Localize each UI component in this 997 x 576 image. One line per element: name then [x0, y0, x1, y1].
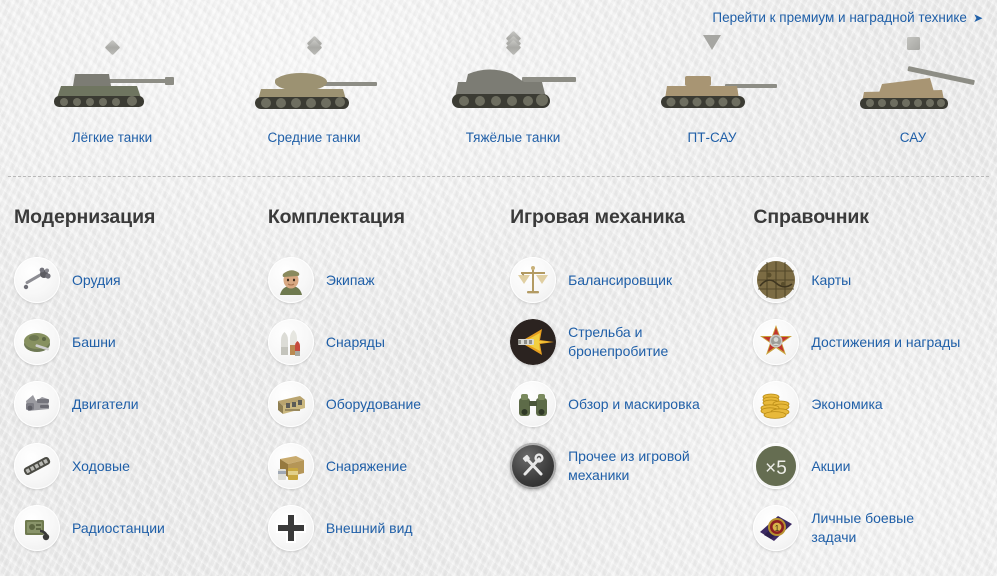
- list-item-penetration-label: Стрельба и бронепробитие: [568, 324, 669, 359]
- list-item-economy[interactable]: Экономика: [753, 373, 997, 435]
- list-item-personal-missions-label: Личные боевые задачи: [811, 510, 914, 545]
- column-modernization: Модернизация Орудия Башни Двигатели Ходо…: [0, 206, 254, 559]
- list-item-equipment[interactable]: Оборудование: [267, 373, 497, 435]
- scales-icon: [510, 257, 557, 303]
- crew-icon: [267, 257, 314, 303]
- list-item-radios-label: Радиостанции: [72, 519, 165, 536]
- consumables-icon: [267, 443, 314, 489]
- list-item-consumables-label: Снаряжение: [325, 457, 408, 474]
- equipment-icon: [267, 381, 314, 427]
- list-item-suspension-label: Ходовые: [72, 457, 130, 474]
- heavy-tank-icon: [413, 54, 613, 116]
- list-item-view-range[interactable]: Обзор и маскировка: [510, 373, 740, 435]
- list-item-consumables[interactable]: Снаряжение: [267, 435, 497, 497]
- list-item-radios[interactable]: Радиостанции: [14, 497, 254, 559]
- arrow-right-icon: ➤: [972, 10, 983, 25]
- tools-icon: [510, 443, 557, 489]
- list-item-economy-label: Экономика: [811, 395, 883, 412]
- column-reference: Справочник Карты Достижения и награды Эк…: [740, 206, 997, 559]
- category-columns: Модернизация Орудия Башни Двигатели Ходо…: [0, 206, 997, 559]
- x5-multiplier-icon: ×5: [753, 443, 800, 489]
- list-item-crew[interactable]: Экипаж: [267, 249, 497, 311]
- premium-vehicles-link[interactable]: Перейти к премиум и наградной технике ➤: [712, 10, 983, 25]
- list-item-other-mechanics[interactable]: Прочее из игровой механики: [510, 435, 740, 497]
- svg-text:1: 1: [775, 524, 780, 533]
- list-item-shells-label: Снаряды: [325, 333, 385, 350]
- list-item-achievements[interactable]: Достижения и награды: [753, 311, 997, 373]
- list-item-matchmaker[interactable]: Балансировщик: [510, 249, 740, 311]
- medium-tank-icon: [214, 54, 414, 116]
- turret-icon: [14, 319, 60, 365]
- list-item-penetration[interactable]: Стрельба и бронепробитие: [510, 311, 740, 373]
- list-item-turrets[interactable]: Башни: [14, 311, 254, 373]
- list-item-engines[interactable]: Двигатели: [14, 373, 254, 435]
- list-item-appearance-label: Внешний вид: [325, 519, 413, 536]
- list-item-engines-label: Двигатели: [72, 395, 139, 412]
- penetration-icon: [510, 319, 557, 365]
- list-item-specials[interactable]: ×5 Акции: [753, 435, 997, 497]
- column-game-mechanics: Игровая механика Балансировщик Стрельба …: [497, 206, 740, 559]
- engine-icon: [14, 381, 60, 427]
- list-item-maps[interactable]: Карты: [753, 249, 997, 311]
- tank-destroyer-icon: [612, 54, 812, 116]
- list-item-crew-label: Экипаж: [325, 271, 375, 288]
- tank-class-td[interactable]: ПТ-САУ: [612, 24, 812, 145]
- shells-icon: [267, 319, 314, 365]
- one-diamond-icon: [12, 24, 212, 56]
- emblem-cross-icon: [267, 505, 314, 551]
- three-diamonds-icon: [413, 24, 613, 56]
- tank-class-heavy[interactable]: Тяжёлые танки: [413, 24, 613, 145]
- list-item-guns[interactable]: Орудия: [14, 249, 254, 311]
- list-item-turrets-label: Башни: [72, 333, 116, 350]
- list-item-maps-label: Карты: [811, 271, 852, 288]
- list-item-shells[interactable]: Снаряды: [267, 311, 497, 373]
- list-item-guns-label: Орудия: [72, 271, 121, 288]
- svg-text:×5: ×5: [766, 458, 788, 479]
- list-item-matchmaker-label: Балансировщик: [568, 271, 673, 288]
- personal-missions-icon: 1: [753, 505, 800, 551]
- tank-class-td-label: ПТ-САУ: [687, 130, 737, 145]
- tank-class-medium[interactable]: Средние танки: [214, 24, 414, 145]
- triangle-down-icon: [612, 24, 812, 50]
- tank-class-medium-label: Средние танки: [267, 130, 361, 145]
- column-game-mechanics-title: Игровая механика: [510, 206, 685, 228]
- list-item-personal-missions[interactable]: 1 Личные боевые задачи: [753, 497, 997, 559]
- column-equipment: Комплектация Экипаж Снаряды Оборудование…: [254, 206, 497, 559]
- two-diamonds-icon: [214, 24, 414, 56]
- list-item-specials-label: Акции: [811, 457, 851, 474]
- coins-icon: [753, 381, 800, 427]
- tank-class-heavy-label: Тяжёлые танки: [465, 130, 561, 145]
- list-item-suspension[interactable]: Ходовые: [14, 435, 254, 497]
- square-icon: [813, 24, 997, 50]
- column-reference-title: Справочник: [753, 206, 869, 228]
- section-divider: [8, 176, 989, 177]
- light-tank-icon: [12, 54, 212, 116]
- list-item-other-mechanics-label: Прочее из игровой механики: [568, 448, 690, 483]
- premium-vehicles-link-label: Перейти к премиум и наградной технике: [712, 9, 967, 25]
- tank-classes-row: Лёгкие танки Средние танки Тяжёлые танки…: [0, 24, 997, 154]
- tank-class-spg[interactable]: САУ: [813, 24, 997, 145]
- medal-icon: [753, 319, 800, 365]
- list-item-equipment-label: Оборудование: [325, 395, 422, 412]
- radio-icon: [14, 505, 60, 551]
- binoculars-icon: [510, 381, 557, 427]
- list-item-appearance[interactable]: Внешний вид: [267, 497, 497, 559]
- column-modernization-title: Модернизация: [14, 206, 156, 228]
- suspension-icon: [14, 443, 60, 489]
- gun-icon: [14, 257, 60, 303]
- list-item-view-range-label: Обзор и маскировка: [568, 395, 700, 412]
- list-item-achievements-label: Достижения и награды: [811, 333, 961, 350]
- map-icon: [753, 257, 800, 303]
- tank-class-light-label: Лёгкие танки: [71, 130, 153, 145]
- tankopedia-page: Перейти к премиум и наградной технике ➤: [0, 0, 997, 576]
- tank-class-spg-label: САУ: [899, 130, 927, 145]
- tank-class-light[interactable]: Лёгкие танки: [12, 24, 212, 145]
- column-equipment-title: Комплектация: [267, 206, 405, 228]
- spg-icon: [813, 54, 997, 116]
